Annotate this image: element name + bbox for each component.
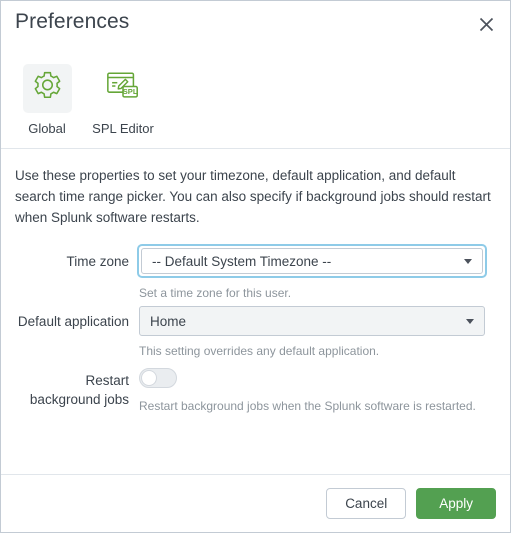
preferences-tabs: Global SPL SPL Editor xyxy=(1,58,510,136)
restart-background-jobs-label-line2: background jobs xyxy=(29,392,129,407)
chevron-down-icon xyxy=(464,259,472,264)
timezone-select[interactable]: -- Default System Timezone -- xyxy=(141,248,483,274)
description-text: Use these properties to set your timezon… xyxy=(15,168,491,225)
toggle-knob xyxy=(141,370,157,386)
tab-global-icon-box xyxy=(22,64,72,113)
restart-background-jobs-label-line1: Restart xyxy=(85,373,129,388)
restart-background-jobs-row: Restart background jobs Restart backgrou… xyxy=(1,364,510,414)
default-application-select[interactable]: Home xyxy=(139,306,485,336)
default-application-row: Default application Home This setting ov… xyxy=(1,306,510,359)
default-application-label: Default application xyxy=(17,314,129,329)
default-application-select-value: Home xyxy=(150,313,187,329)
timezone-row: Time zone -- Default System Timezone -- … xyxy=(1,244,510,301)
spl-editor-icon: SPL xyxy=(105,70,141,108)
page-title: Preferences xyxy=(15,10,130,33)
default-application-help-text: This setting overrides any default appli… xyxy=(139,344,380,358)
default-application-field-col: Home This setting overrides any default … xyxy=(129,306,510,359)
restart-background-jobs-help-text: Restart background jobs when the Splunk … xyxy=(139,399,476,413)
tab-spl-editor[interactable]: SPL SPL Editor xyxy=(91,64,155,136)
apply-button[interactable]: Apply xyxy=(416,488,496,519)
restart-background-jobs-label: Restart background jobs xyxy=(1,364,129,409)
close-icon xyxy=(479,17,494,32)
default-application-select-shell: Home xyxy=(139,306,485,336)
dialog-header: Preferences xyxy=(1,1,510,58)
preferences-dialog: Preferences Global SPL SPL Editor Use th… xyxy=(0,0,511,533)
svg-text:SPL: SPL xyxy=(123,87,138,96)
tab-spl-editor-label: SPL Editor xyxy=(92,121,154,136)
cancel-button[interactable]: Cancel xyxy=(326,488,407,519)
chevron-down-icon xyxy=(466,319,474,324)
restart-background-jobs-field-col: Restart background jobs when the Splunk … xyxy=(129,364,510,414)
timezone-field-col: -- Default System Timezone -- Set a time… xyxy=(129,244,510,301)
gear-icon xyxy=(31,70,64,108)
timezone-select-shell: -- Default System Timezone -- xyxy=(137,244,487,278)
close-button[interactable] xyxy=(471,9,501,39)
preferences-form: Time zone -- Default System Timezone -- … xyxy=(1,228,510,414)
tab-global[interactable]: Global xyxy=(15,64,79,136)
timezone-select-value: -- Default System Timezone -- xyxy=(152,253,332,269)
restart-background-jobs-toggle[interactable] xyxy=(139,368,177,388)
timezone-label: Time zone xyxy=(66,254,129,269)
timezone-help-text: Set a time zone for this user. xyxy=(139,286,292,300)
tab-global-label: Global xyxy=(28,121,66,136)
tab-spl-editor-icon-box: SPL xyxy=(99,64,148,113)
dialog-footer: Cancel Apply xyxy=(1,475,510,532)
